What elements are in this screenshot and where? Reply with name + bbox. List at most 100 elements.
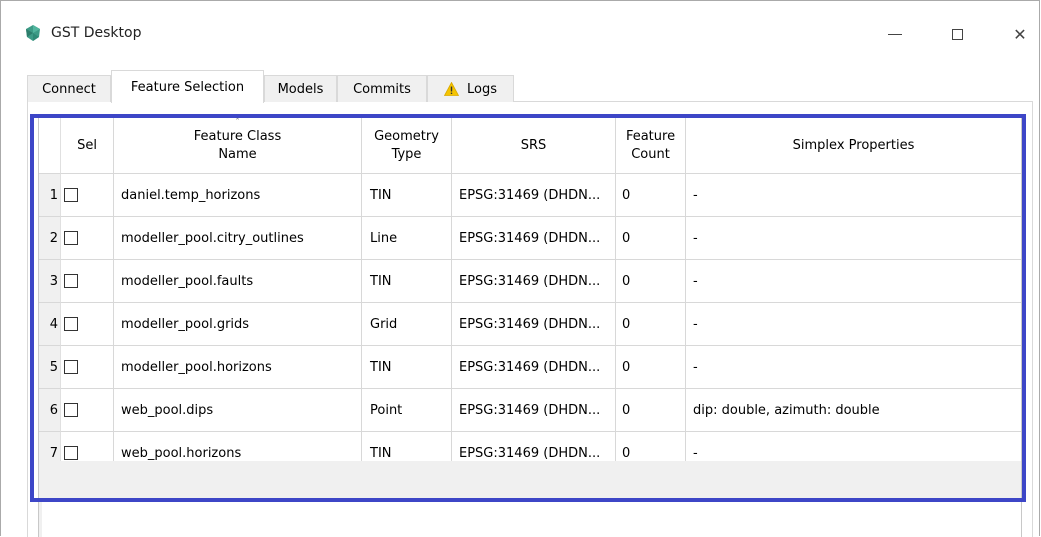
srs-cell: EPSG:31469 (DHDN...	[452, 389, 616, 432]
select-checkbox[interactable]	[64, 231, 78, 245]
tab-commits[interactable]: Commits	[337, 75, 427, 102]
geometry-type-cell-text: TIN	[370, 273, 392, 289]
simplex-properties-cell-text: -	[693, 359, 698, 375]
tab-label: Connect	[42, 81, 96, 97]
tab-label: Feature Selection	[130, 79, 245, 95]
column-label: SRS	[520, 137, 547, 153]
feature-class-name-cell: modeller_pool.faults	[114, 260, 362, 303]
simplex-properties-cell: -	[686, 303, 1021, 346]
geometry-type-cell-text: TIN	[370, 445, 392, 461]
srs-cell-text: EPSG:31469 (DHDN...	[459, 402, 601, 418]
close-button[interactable]: ✕	[1000, 19, 1040, 49]
column-label: Geometry Type	[374, 128, 439, 162]
simplex-properties-cell: -	[686, 217, 1021, 260]
simplex-properties-cell: -	[686, 174, 1021, 217]
row-index: 1	[39, 174, 61, 217]
feature-class-name-cell-text: modeller_pool.citry_outlines	[121, 230, 304, 246]
select-checkbox-cell[interactable]	[61, 217, 114, 260]
select-checkbox[interactable]	[64, 360, 78, 374]
select-checkbox[interactable]	[64, 188, 78, 202]
maximize-button[interactable]	[937, 19, 977, 49]
minimize-button[interactable]	[875, 19, 915, 49]
feature-class-name-cell-text: modeller_pool.horizons	[121, 359, 272, 375]
select-checkbox-cell[interactable]	[61, 174, 114, 217]
feature-count-cell: 0	[616, 389, 686, 432]
feature-count-cell: 0	[616, 174, 686, 217]
select-checkbox[interactable]	[64, 403, 78, 417]
sort-ascending-icon: ˆ	[235, 118, 240, 128]
simplex-properties-cell-text: -	[693, 445, 698, 461]
srs-cell: EPSG:31469 (DHDN...	[452, 260, 616, 303]
table-row[interactable]: 1 daniel.temp_horizons TIN EPSG:31469 (DHDN…	[39, 174, 1021, 217]
srs-cell-text: EPSG:31469 (DHDN...	[459, 273, 601, 289]
row-index: 5	[39, 346, 61, 389]
close-icon: ✕	[1013, 24, 1027, 44]
column-header-feature-class-name[interactable]: ˆ Feature Class Name	[114, 118, 362, 174]
simplex-properties-cell: dip: double, azimuth: double	[686, 389, 1021, 432]
tab-logs[interactable]: Logs	[427, 75, 514, 102]
row-index-text: 4	[49, 316, 58, 332]
column-header-feature-count[interactable]: Feature Count	[616, 118, 686, 174]
feature-count-cell-text: 0	[622, 273, 631, 289]
feature-class-name-cell-text: web_pool.dips	[121, 402, 214, 418]
geometry-type-cell-text: Grid	[370, 316, 398, 332]
select-checkbox[interactable]	[64, 274, 78, 288]
srs-cell-text: EPSG:31469 (DHDN...	[459, 230, 601, 246]
column-label: Sel	[77, 137, 97, 153]
tab-models[interactable]: Models	[264, 75, 337, 102]
tab-label: Commits	[353, 81, 411, 97]
tab-label: Models	[277, 81, 324, 97]
geometry-type-cell: TIN	[362, 174, 452, 217]
row-index-text: 7	[49, 445, 58, 461]
table-row[interactable]: 3 modeller_pool.faults TIN EPSG:31469 (DHDN…	[39, 260, 1021, 303]
row-index: 3	[39, 260, 61, 303]
srs-cell: EPSG:31469 (DHDN...	[452, 217, 616, 260]
geometry-type-cell: Point	[362, 389, 452, 432]
feature-class-name-cell: web_pool.dips	[114, 389, 362, 432]
title-bar[interactable]: GST Desktop ✕	[1, 1, 1039, 70]
column-header-simplex-properties[interactable]: Simplex Properties	[686, 118, 1021, 174]
tab-feature-selection[interactable]: Feature Selection	[111, 70, 264, 103]
srs-cell-text: EPSG:31469 (DHDN...	[459, 359, 601, 375]
table-row[interactable]: 6 web_pool.dips Point EPSG:31469 (DHDN... 0 d…	[39, 389, 1021, 432]
row-index-text: 6	[49, 402, 58, 418]
simplex-properties-cell: -	[686, 346, 1021, 389]
feature-count-cell-text: 0	[622, 359, 631, 375]
geometry-type-cell-text: TIN	[370, 187, 392, 203]
srs-cell: EPSG:31469 (DHDN...	[452, 303, 616, 346]
maximize-icon	[951, 28, 963, 40]
geometry-type-cell: Grid	[362, 303, 452, 346]
feature-class-name-cell-text: web_pool.horizons	[121, 445, 242, 461]
row-index: 6	[39, 389, 61, 432]
geometry-type-cell-text: TIN	[370, 359, 392, 375]
simplex-properties-cell-text: -	[693, 187, 698, 203]
row-index: 2	[39, 217, 61, 260]
feature-count-cell-text: 0	[622, 230, 631, 246]
select-checkbox-cell[interactable]	[61, 346, 114, 389]
select-checkbox-cell[interactable]	[61, 389, 114, 432]
feature-table[interactable]: Sel ˆ Feature Class Name Geometry Type S…	[38, 118, 1022, 537]
column-header-srs[interactable]: SRS	[452, 118, 616, 174]
select-checkbox-cell[interactable]	[61, 260, 114, 303]
select-checkbox-cell[interactable]	[61, 303, 114, 346]
table-row[interactable]: 5 modeller_pool.horizons TIN EPSG:31469 (DH…	[39, 346, 1021, 389]
srs-cell-text: EPSG:31469 (DHDN...	[459, 187, 601, 203]
select-checkbox[interactable]	[64, 317, 78, 331]
feature-count-cell: 0	[616, 260, 686, 303]
gst-logo-icon	[26, 25, 40, 41]
row-index-text: 1	[49, 187, 58, 203]
tab-connect[interactable]: Connect	[27, 75, 111, 102]
table-row[interactable]: 2 modeller_pool.citry_outlines Line EPSG:31…	[39, 217, 1021, 260]
geometry-type-cell: TIN	[362, 346, 452, 389]
feature-class-name-cell: modeller_pool.grids	[114, 303, 362, 346]
feature-class-name-cell: daniel.temp_horizons	[114, 174, 362, 217]
warning-icon	[444, 82, 459, 96]
row-index-text: 5	[49, 359, 58, 375]
column-header-geometry-type[interactable]: Geometry Type	[362, 118, 452, 174]
column-header-sel[interactable]: Sel	[61, 118, 114, 174]
row-index-text: 3	[49, 273, 58, 289]
row-index: 4	[39, 303, 61, 346]
feature-count-cell: 0	[616, 346, 686, 389]
table-row[interactable]: 4 modeller_pool.grids Grid EPSG:31469 (DHDN…	[39, 303, 1021, 346]
select-checkbox[interactable]	[64, 446, 78, 460]
